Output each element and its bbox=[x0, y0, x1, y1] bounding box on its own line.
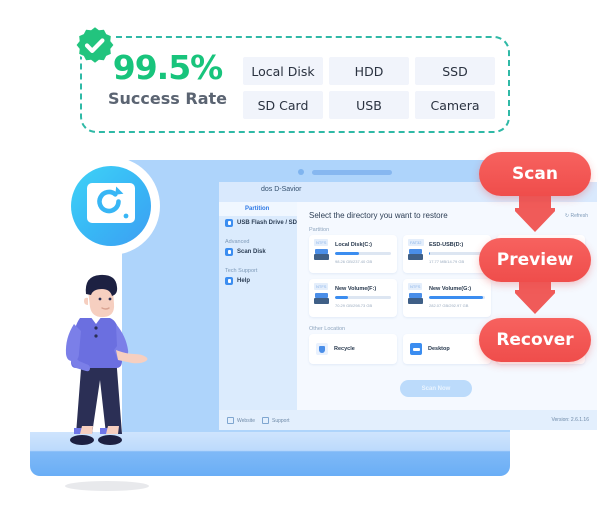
app-icon-badge bbox=[62, 157, 160, 255]
sidebar: Partition USB Flash Drive / SD Card Adva… bbox=[219, 202, 312, 410]
status-bar: Website Support Version: 2.6.1.16 bbox=[219, 410, 597, 430]
version-label: Version: 2.6.1.16 bbox=[551, 417, 589, 423]
disk-restore-icon bbox=[85, 179, 137, 231]
website-label: Website bbox=[237, 417, 255, 424]
device-chip: HDD bbox=[329, 57, 409, 85]
laptop-lid: dos D-Savior ≡ — □ ✕ Partition USB Flash… bbox=[122, 160, 597, 458]
filesystem-tag: NTFS bbox=[314, 283, 329, 290]
partition-name: ESD-USB(D:) bbox=[429, 242, 464, 248]
drive-icon bbox=[408, 293, 423, 304]
partition-name: Local Disk(C:) bbox=[335, 242, 372, 248]
drive-icon bbox=[314, 293, 329, 304]
usage-bar bbox=[429, 252, 485, 255]
drive-icon bbox=[314, 249, 329, 260]
support-link[interactable]: Support bbox=[262, 417, 290, 424]
person-illustration bbox=[52, 268, 162, 493]
step-badge-recover[interactable]: Recover bbox=[479, 318, 591, 362]
support-label: Support bbox=[272, 417, 290, 424]
supported-devices-chips: Local Disk HDD SSD SD Card USB Camera bbox=[243, 57, 501, 119]
laptop-speaker-bar bbox=[312, 170, 392, 175]
drive-icon bbox=[408, 249, 423, 260]
sidebar-item-scan-disk[interactable]: Scan Disk bbox=[219, 245, 297, 259]
page-title: Select the directory you want to restore bbox=[309, 211, 448, 220]
step-badge-scan[interactable]: Scan bbox=[479, 152, 591, 196]
globe-icon bbox=[227, 417, 234, 424]
other-location-card[interactable]: Desktop bbox=[403, 334, 491, 364]
desktop-icon bbox=[410, 343, 422, 355]
partition-size: 98.26 GB/237.40 GB bbox=[335, 259, 373, 264]
webcam-icon bbox=[298, 169, 304, 175]
sidebar-item-label: Scan Disk bbox=[237, 249, 266, 255]
partition-size: 17.77 MB/14.79 GB bbox=[429, 259, 465, 264]
sidebar-item-usb-sd[interactable]: USB Flash Drive / SD Card bbox=[219, 216, 312, 230]
partition-card[interactable]: NTFS New Volume(G:) 282.07 GB/292.97 GB bbox=[403, 279, 491, 317]
lifebuoy-icon bbox=[262, 417, 269, 424]
refresh-icon: ↻ bbox=[564, 213, 570, 219]
sidebar-item-help[interactable]: Help bbox=[219, 274, 297, 288]
partition-name: New Volume(G:) bbox=[429, 286, 472, 292]
refresh-button[interactable]: ↻ Refresh bbox=[565, 213, 588, 219]
usage-bar bbox=[429, 296, 485, 299]
partition-name: New Volume(F:) bbox=[335, 286, 377, 292]
device-chip: USB bbox=[329, 91, 409, 119]
usage-bar bbox=[335, 252, 391, 255]
partition-card[interactable]: NTFS Local Disk(C:) 98.26 GB/237.40 GB bbox=[309, 235, 397, 273]
refresh-label: Refresh bbox=[570, 213, 588, 219]
scan-now-button[interactable]: Scan Now bbox=[400, 380, 472, 397]
partition-card[interactable]: FAT32 ESD-USB(D:) 17.77 MB/14.79 GB bbox=[403, 235, 491, 273]
section-label-other-location: Other Location bbox=[309, 326, 346, 332]
filesystem-tag: FAT32 bbox=[408, 239, 424, 246]
device-chip: Local Disk bbox=[243, 57, 323, 85]
usb-drive-icon bbox=[225, 219, 233, 227]
device-chip: SSD bbox=[415, 57, 495, 85]
success-rate-label: Success Rate bbox=[108, 89, 227, 108]
recycle-bin-icon bbox=[316, 343, 328, 355]
section-label-partition: Partition bbox=[309, 227, 330, 233]
sidebar-item-label: Partition bbox=[245, 206, 270, 212]
verified-check-icon bbox=[70, 22, 120, 72]
help-icon bbox=[225, 277, 233, 285]
website-link[interactable]: Website bbox=[227, 417, 255, 424]
sidebar-item-label: Help bbox=[237, 278, 251, 284]
other-location-label: Recycle bbox=[334, 346, 355, 352]
partition-size: 70.29 GB/298.73 GB bbox=[335, 303, 373, 308]
partition-card[interactable]: NTFS New Volume(F:) 70.29 GB/298.73 GB bbox=[309, 279, 397, 317]
partition-size: 282.07 GB/292.97 GB bbox=[429, 303, 469, 308]
scan-disk-icon bbox=[225, 248, 233, 256]
other-location-label: Desktop bbox=[428, 346, 450, 352]
other-location-card[interactable]: Recycle bbox=[309, 334, 397, 364]
sidebar-item-partition[interactable]: Partition bbox=[219, 202, 297, 216]
device-chip: SD Card bbox=[243, 91, 323, 119]
usage-bar bbox=[335, 296, 391, 299]
filesystem-tag: NTFS bbox=[314, 239, 329, 246]
step-badge-preview[interactable]: Preview bbox=[479, 238, 591, 282]
app-title: dos D-Savior bbox=[261, 186, 302, 193]
filesystem-tag: NTFS bbox=[408, 283, 423, 290]
device-chip: Camera bbox=[415, 91, 495, 119]
